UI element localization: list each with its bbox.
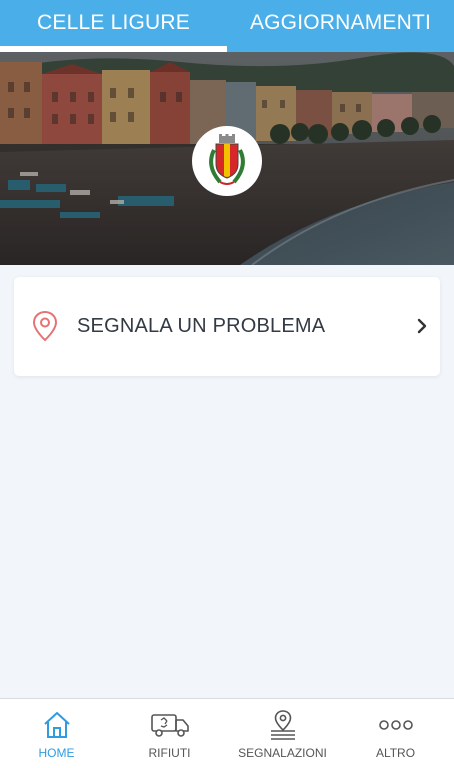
chevron-right-icon (417, 318, 427, 334)
nav-rifiuti-label: RIFIUTI (148, 746, 191, 760)
nav-segnalazioni[interactable]: SEGNALAZIONI (226, 699, 339, 768)
more-dots-icon (378, 720, 413, 730)
hero-image (0, 52, 454, 265)
tab-aggiornamenti[interactable]: AGGIORNAMENTI (227, 0, 454, 46)
nav-home[interactable]: HOME (0, 699, 113, 768)
nav-altro[interactable]: ALTRO (339, 699, 452, 768)
report-problem-card[interactable]: SEGNALA UN PROBLEMA (14, 277, 440, 376)
garbage-truck-icon (150, 714, 189, 737)
report-problem-label: SEGNALA UN PROBLEMA (77, 315, 326, 337)
tab-celle-ligure[interactable]: CELLE LIGURE (0, 0, 227, 46)
report-pin-icon (270, 710, 295, 740)
bottom-navigation: HOME RIFIUTI SEGNALAZIONI ALTRO (0, 698, 454, 768)
nav-rifiuti[interactable]: RIFIUTI (113, 699, 226, 768)
municipal-crest-icon (209, 134, 245, 185)
nav-altro-label: ALTRO (375, 746, 416, 760)
top-tab-bar: CELLE LIGURE AGGIORNAMENTI (0, 0, 454, 52)
nav-segnalazioni-label: SEGNALAZIONI (238, 746, 327, 760)
nav-home-label: HOME (38, 746, 75, 760)
home-icon (43, 712, 70, 738)
crest-badge (192, 126, 262, 196)
location-pin-icon (32, 310, 58, 342)
